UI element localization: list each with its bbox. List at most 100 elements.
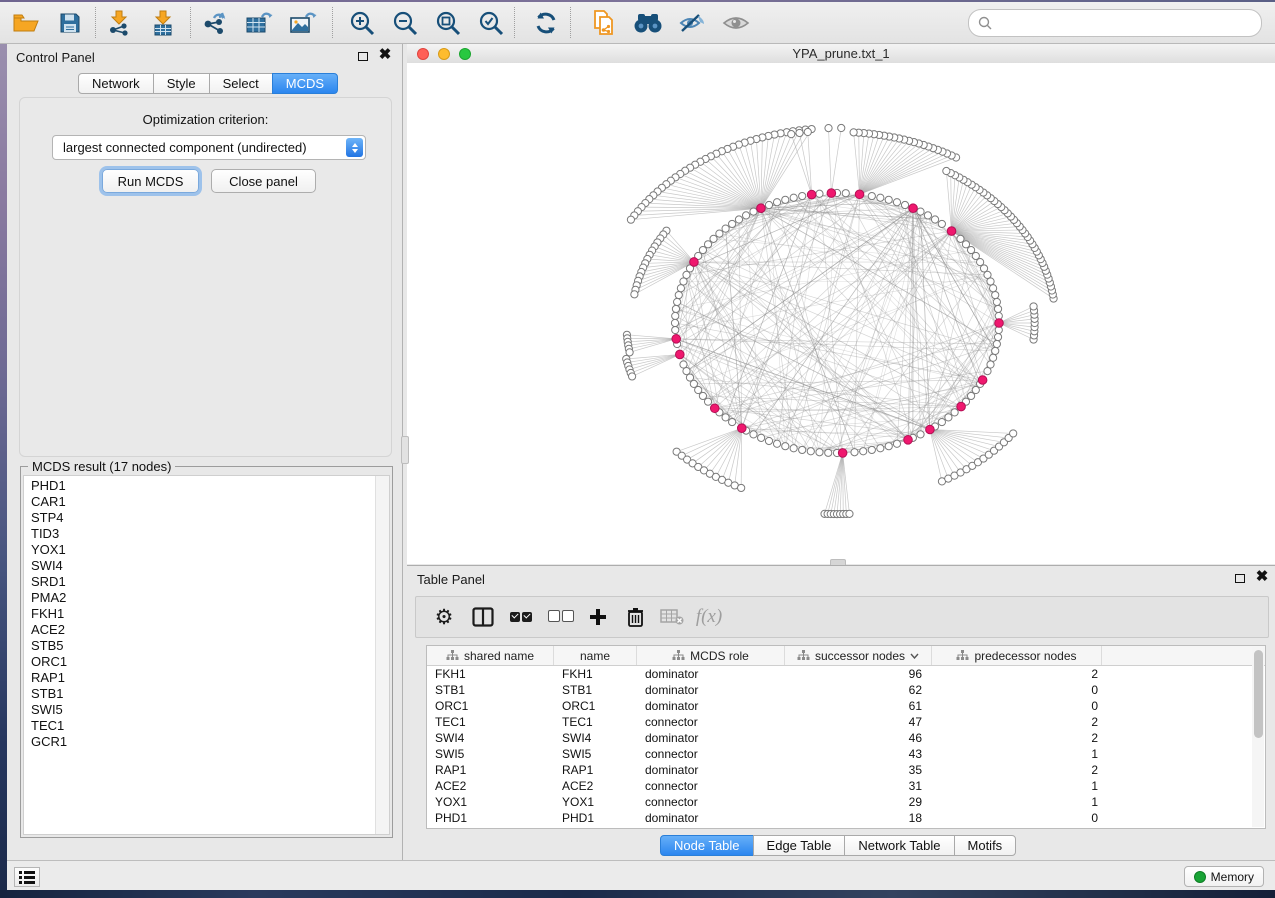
leaf-node[interactable] [804, 128, 811, 135]
save-button[interactable] [52, 5, 88, 40]
clone-network-button[interactable] [586, 5, 622, 40]
ring-node[interactable] [868, 446, 875, 453]
mcds-hub-node[interactable] [909, 204, 918, 213]
open-button[interactable] [8, 5, 44, 40]
ring-node[interactable] [962, 241, 969, 248]
cell-mcds_role[interactable]: dominator [637, 811, 785, 825]
ring-node[interactable] [674, 298, 681, 305]
mcds-result-item[interactable]: RAP1 [24, 670, 376, 686]
ring-node[interactable] [773, 440, 780, 447]
mcds-hub-node[interactable] [926, 425, 935, 434]
mcds-result-item[interactable]: SWI4 [24, 558, 376, 574]
show-graphics-details-button[interactable] [718, 5, 754, 40]
ring-node[interactable] [967, 246, 974, 253]
table-row-ORC1[interactable]: ORC1ORC1dominator610 [427, 698, 1265, 714]
mcds-hub-node[interactable] [904, 436, 913, 445]
ring-node[interactable] [680, 361, 687, 368]
column-header-shared-name[interactable]: shared name [427, 646, 554, 665]
cell-shared_name[interactable]: SWI4 [427, 731, 554, 745]
cell-shared_name[interactable]: SWI5 [427, 747, 554, 761]
memory-button[interactable]: Memory [1184, 866, 1264, 887]
mcds-list-scrollbar[interactable] [375, 476, 389, 834]
ring-node[interactable] [683, 271, 690, 278]
tab-network[interactable]: Network [78, 73, 154, 94]
cell-successor_nodes[interactable]: 96 [785, 667, 932, 681]
close-table-panel-icon[interactable]: ✖ [1255, 568, 1269, 586]
cell-shared_name[interactable]: ORC1 [427, 699, 554, 713]
mcds-hub-node[interactable] [838, 449, 847, 458]
table-row-STB1[interactable]: STB1STB1dominator620 [427, 682, 1265, 698]
cell-predecessor_nodes[interactable]: 2 [932, 715, 1102, 729]
cell-predecessor_nodes[interactable]: 1 [932, 747, 1102, 761]
deselect-all-button[interactable] [544, 600, 578, 634]
column-header-name[interactable]: name [554, 646, 637, 665]
cell-successor_nodes[interactable]: 43 [785, 747, 932, 761]
ring-node[interactable] [710, 235, 717, 242]
cell-predecessor_nodes[interactable]: 0 [932, 683, 1102, 697]
table-row-FKH1[interactable]: FKH1FKH1dominator962 [427, 666, 1265, 682]
ring-node[interactable] [951, 409, 958, 416]
run-mcds-button[interactable]: Run MCDS [102, 169, 199, 193]
ring-node[interactable] [825, 449, 832, 456]
ring-node[interactable] [860, 448, 867, 455]
cell-mcds_role[interactable]: dominator [637, 683, 785, 697]
leaf-node[interactable] [850, 129, 857, 136]
cell-mcds_role[interactable]: dominator [637, 731, 785, 745]
cell-predecessor_nodes[interactable]: 1 [932, 795, 1102, 809]
ring-node[interactable] [675, 291, 682, 298]
hide-unhide-button[interactable] [674, 5, 710, 40]
table-tab-motifs[interactable]: Motifs [954, 835, 1017, 856]
leaf-node[interactable] [1010, 430, 1017, 437]
cell-name[interactable]: FKH1 [554, 667, 637, 681]
mcds-hub-node[interactable] [827, 189, 836, 198]
leaf-node[interactable] [788, 131, 795, 138]
column-header-MCDS-role[interactable]: MCDS role [637, 646, 785, 665]
table-tab-edge-table[interactable]: Edge Table [753, 835, 846, 856]
ring-node[interactable] [704, 398, 711, 405]
ring-node[interactable] [924, 212, 931, 219]
ring-node[interactable] [765, 437, 772, 444]
cell-name[interactable]: YOX1 [554, 795, 637, 809]
ring-node[interactable] [758, 434, 765, 441]
cell-successor_nodes[interactable]: 62 [785, 683, 932, 697]
select-all-button[interactable] [504, 600, 538, 634]
ring-node[interactable] [677, 285, 684, 292]
cell-predecessor_nodes[interactable]: 2 [932, 667, 1102, 681]
cell-shared_name[interactable]: TEC1 [427, 715, 554, 729]
cell-name[interactable]: SWI5 [554, 747, 637, 761]
mcds-hub-node[interactable] [957, 402, 966, 411]
column-header-successor-nodes[interactable]: successor nodes [785, 646, 932, 665]
ring-node[interactable] [816, 190, 823, 197]
ring-node[interactable] [799, 446, 806, 453]
ring-node[interactable] [877, 194, 884, 201]
ring-node[interactable] [699, 392, 706, 399]
ring-node[interactable] [799, 192, 806, 199]
cell-mcds_role[interactable]: connector [637, 715, 785, 729]
cell-successor_nodes[interactable]: 46 [785, 731, 932, 745]
ring-node[interactable] [790, 194, 797, 201]
ring-node[interactable] [782, 443, 789, 450]
tab-select[interactable]: Select [209, 73, 273, 94]
cell-successor_nodes[interactable]: 31 [785, 779, 932, 793]
cell-predecessor_nodes[interactable]: 1 [932, 779, 1102, 793]
table-row-PHD1[interactable]: PHD1PHD1dominator180 [427, 810, 1265, 826]
ring-node[interactable] [893, 440, 900, 447]
leaf-node[interactable] [626, 349, 633, 356]
cell-name[interactable]: STB1 [554, 683, 637, 697]
ring-node[interactable] [722, 225, 729, 232]
mcds-hub-node[interactable] [978, 376, 987, 385]
table-row-RAP1[interactable]: RAP1RAP1dominator352 [427, 762, 1265, 778]
ring-node[interactable] [773, 199, 780, 206]
search-input[interactable] [998, 12, 1261, 34]
ring-node[interactable] [735, 216, 742, 223]
ring-node[interactable] [877, 445, 884, 452]
ring-node[interactable] [901, 201, 908, 208]
mcds-result-item[interactable]: TID3 [24, 526, 376, 542]
ring-node[interactable] [885, 196, 892, 203]
mcds-result-item[interactable]: YOX1 [24, 542, 376, 558]
cell-successor_nodes[interactable]: 18 [785, 811, 932, 825]
cell-mcds_role[interactable]: dominator [637, 763, 785, 777]
ring-node[interactable] [742, 212, 749, 219]
mcds-hub-node[interactable] [807, 190, 816, 199]
export-network-button[interactable] [197, 5, 233, 40]
